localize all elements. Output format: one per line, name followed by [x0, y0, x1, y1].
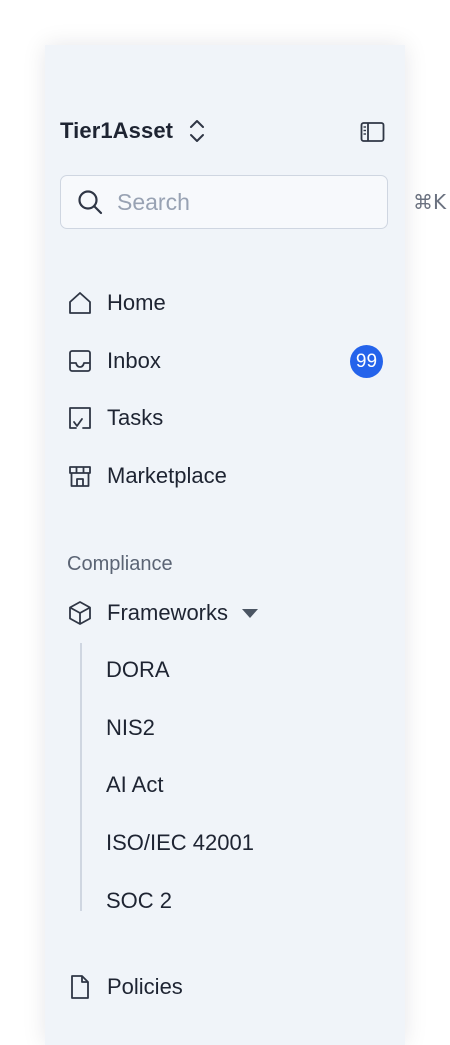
search-input[interactable] [117, 188, 413, 216]
nav-item-inbox[interactable]: Inbox 99 [65, 341, 385, 381]
framework-item-iso-42001[interactable]: ISO/IEC 42001 [106, 825, 254, 861]
nav-item-home[interactable]: Home [65, 283, 385, 323]
document-icon [65, 972, 95, 1002]
nav-label-home: Home [107, 290, 166, 315]
nav-label-inbox: Inbox [107, 348, 161, 373]
inbox-icon [65, 346, 95, 376]
home-icon [65, 288, 95, 318]
nav-label-frameworks: Frameworks [107, 600, 229, 625]
nav-item-tasks[interactable]: Tasks [65, 398, 385, 438]
section-label-compliance: Compliance [67, 553, 173, 575]
framework-item-soc2[interactable]: SOC 2 [106, 883, 172, 919]
sidebar-toggle-icon[interactable] [359, 119, 385, 145]
tree-guide-line [80, 643, 82, 911]
search-shortcut: ⌘K [413, 190, 447, 214]
search-box[interactable]: ⌘K [60, 175, 446, 229]
tasks-icon [65, 403, 95, 433]
framework-item-dora[interactable]: DORA [106, 652, 170, 688]
nav-label-policies: Policies [107, 974, 183, 999]
cube-icon [65, 598, 95, 628]
framework-item-nis2[interactable]: NIS2 [106, 710, 155, 746]
chevron-up-down-icon[interactable] [187, 116, 207, 146]
store-icon [65, 461, 95, 491]
workspace-name[interactable]: Tier1Asset [60, 118, 173, 144]
nav-label-tasks: Tasks [107, 405, 164, 430]
workspace-header: Tier1Asset [60, 115, 385, 147]
nav-item-marketplace[interactable]: Marketplace [65, 456, 385, 496]
sidebar: Tier1Asset ⌘K [45, 45, 446, 1045]
caret-down-icon[interactable] [242, 608, 259, 618]
nav-label-marketplace: Marketplace [107, 463, 227, 488]
framework-item-ai-act[interactable]: AI Act [106, 767, 163, 803]
nav-item-policies[interactable]: Policies [65, 967, 385, 1007]
search-icon [77, 189, 103, 215]
inbox-count-badge: 99 [350, 345, 383, 378]
nav-item-frameworks[interactable]: Frameworks [65, 593, 385, 633]
